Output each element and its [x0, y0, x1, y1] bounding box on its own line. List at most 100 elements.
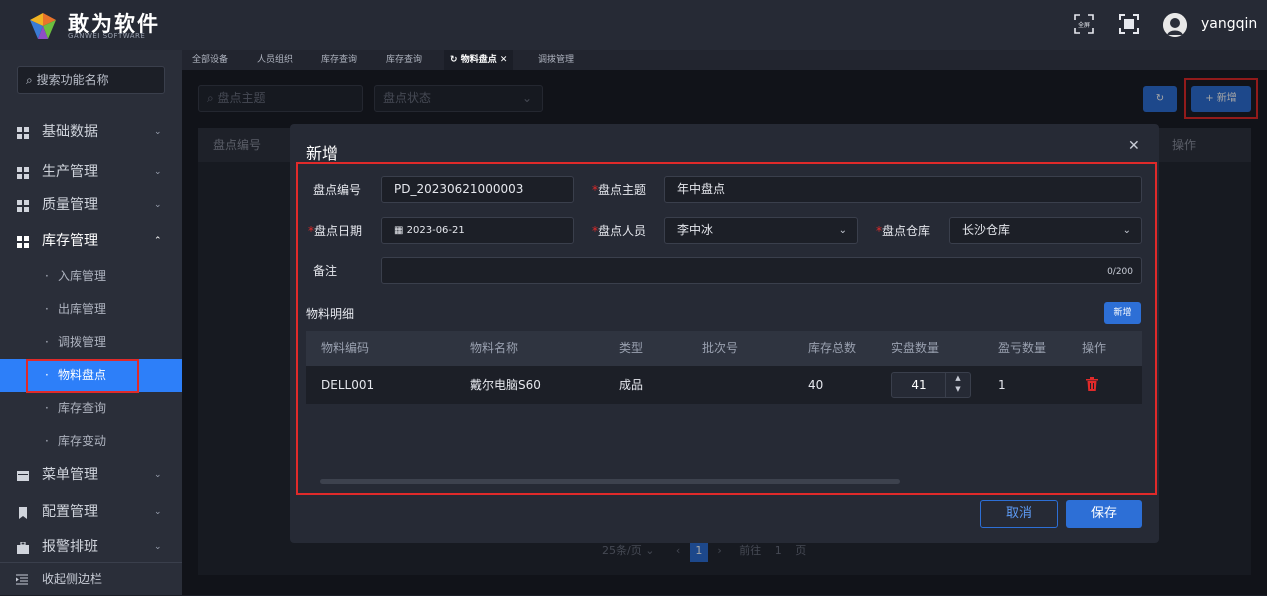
bullet-icon: · — [45, 269, 49, 283]
tab-stock-query-2[interactable]: 库存查询 — [386, 50, 422, 70]
collapse-sidebar-button[interactable]: 收起侧边栏 — [0, 562, 182, 595]
grid-icon — [17, 127, 29, 139]
sub-transfer[interactable]: · 调拨管理 — [0, 326, 182, 359]
sub-label: 库存变动 — [58, 434, 107, 448]
date-label-text: 盘点日期 — [314, 224, 363, 238]
chevron-down-icon: ⌄ — [154, 200, 162, 210]
cell-stock: 40 — [808, 378, 824, 392]
person-label-text: 盘点人员 — [598, 224, 647, 238]
sub-inbound[interactable]: · 入库管理 — [0, 260, 182, 293]
cell-type: 成品 — [619, 378, 644, 392]
grid-icon — [17, 200, 29, 212]
chevron-down-icon: ⌄ — [154, 542, 162, 552]
sub-label: 库存查询 — [58, 401, 107, 415]
sub-label: 入库管理 — [58, 269, 107, 283]
col-header: 物料编码 — [321, 341, 370, 355]
date-field[interactable]: ▦ 2023-06-21 — [381, 217, 574, 244]
fullscreen-icon[interactable]: 全屏 — [1073, 13, 1095, 35]
cancel-button[interactable]: 取消 — [980, 500, 1058, 528]
tab-personnel[interactable]: 人员组织 — [257, 50, 293, 70]
menu-menu-mgmt[interactable]: 菜单管理 ⌄ — [0, 459, 182, 492]
chevron-down-icon: ⌄ — [154, 507, 162, 517]
tabs-bar: 全部设备 人员组织 库存查询 库存查询 ↻ 物料盘点 ✕ 调拨管理 — [182, 50, 1267, 70]
top-header: 敢为软件 GANWEI SOFTWARE 全屏 yangqin — [0, 0, 1267, 50]
bullet-icon: · — [45, 434, 49, 448]
close-icon[interactable]: ✕ — [1128, 138, 1140, 154]
actual-qty-value[interactable]: 41 — [892, 373, 946, 397]
chevron-down-icon: ⌄ — [838, 225, 847, 236]
sub-label: 出库管理 — [58, 302, 107, 316]
remark-label: 备注 — [313, 264, 338, 278]
briefcase-icon — [17, 542, 29, 554]
increment-icon[interactable]: ▲ — [946, 373, 970, 384]
actual-qty-stepper[interactable]: 41 ▲ ▼ — [891, 372, 971, 398]
warehouse-value: 长沙仓库 — [962, 223, 1011, 237]
remark-textarea[interactable]: 0/200 — [381, 257, 1142, 284]
menu-basic-data[interactable]: 基础数据 ⌄ — [0, 116, 182, 149]
menu-label: 库存管理 — [42, 233, 98, 249]
subject-label-text: 盘点主题 — [598, 183, 647, 197]
collapse-label: 收起侧边栏 — [42, 572, 103, 586]
tab-stocktake[interactable]: ↻ 物料盘点 ✕ — [444, 50, 514, 70]
decrement-icon[interactable]: ▼ — [946, 384, 970, 395]
sub-outbound[interactable]: · 出库管理 — [0, 293, 182, 326]
delete-icon[interactable] — [1086, 377, 1098, 394]
col-header: 批次号 — [702, 341, 739, 355]
fullscreen-label: 全屏 — [1078, 21, 1090, 29]
warehouse-label-text: 盘点仓库 — [882, 224, 931, 238]
close-icon[interactable]: ✕ — [497, 55, 508, 65]
subject-field[interactable]: 年中盘点 — [664, 176, 1142, 203]
menu-search-input[interactable]: ⌕ 搜索功能名称 — [17, 66, 165, 94]
chevron-up-icon: ⌃ — [154, 236, 162, 246]
col-header: 类型 — [619, 341, 644, 355]
person-select[interactable]: 李中冰 ⌄ — [664, 217, 858, 244]
chevron-down-icon: ⌄ — [154, 127, 162, 137]
person-label: *盘点人员 — [592, 222, 646, 239]
person-value: 李中冰 — [677, 223, 714, 237]
avatar[interactable] — [1163, 13, 1187, 37]
logo-subtitle: GANWEI SOFTWARE — [68, 32, 146, 40]
col-header: 操作 — [1082, 341, 1107, 355]
menu-config[interactable]: 配置管理 ⌄ — [0, 496, 182, 529]
detail-title: 物料明细 — [306, 307, 355, 321]
cell-name: 戴尔电脑S60 — [470, 378, 541, 392]
chevron-down-icon: ⌄ — [1122, 225, 1131, 236]
code-field[interactable]: PD_20230621000003 — [381, 176, 574, 203]
menu-production[interactable]: 生产管理 ⌄ — [0, 156, 182, 189]
horizontal-scrollbar[interactable] — [320, 479, 900, 484]
add-material-button[interactable]: 新增 — [1104, 302, 1141, 324]
warehouse-select[interactable]: 长沙仓库 ⌄ — [949, 217, 1142, 244]
stepper-controls[interactable]: ▲ ▼ — [945, 373, 970, 397]
sub-stock-query[interactable]: · 库存查询 — [0, 392, 182, 425]
tab-stock-query[interactable]: 库存查询 — [321, 50, 357, 70]
chevron-down-icon: ⌄ — [154, 167, 162, 177]
menu-label: 生产管理 — [42, 164, 98, 180]
date-label: *盘点日期 — [308, 222, 362, 239]
highlight-box — [296, 162, 1157, 495]
dialog-title: 新增 — [306, 144, 339, 163]
bullet-icon: · — [45, 335, 49, 349]
cell-code: DELL001 — [321, 378, 375, 392]
remark-counter: 0/200 — [1107, 267, 1133, 277]
tab-all-devices[interactable]: 全部设备 — [192, 50, 228, 70]
bookmark-icon — [19, 507, 27, 519]
logo-icon — [30, 13, 56, 39]
screen-expand-icon[interactable] — [1118, 13, 1140, 35]
menu-quality[interactable]: 质量管理 ⌄ — [0, 189, 182, 222]
sub-label: 调拨管理 — [58, 335, 107, 349]
table-row: DELL001 戴尔电脑S60 成品 40 41 ▲ ▼ 1 — [306, 366, 1142, 404]
menu-alarm-schedule[interactable]: 报警排班 ⌄ — [0, 531, 182, 564]
date-value: 2023-06-21 — [406, 225, 465, 236]
tab-label: 物料盘点 — [460, 55, 497, 65]
refresh-icon[interactable]: ↻ — [450, 55, 461, 65]
subject-label: *盘点主题 — [592, 181, 646, 198]
collapse-icon — [16, 574, 28, 585]
sub-stock-change[interactable]: · 库存变动 — [0, 425, 182, 458]
bullet-icon: · — [45, 401, 49, 415]
save-button[interactable]: 保存 — [1066, 500, 1142, 528]
username[interactable]: yangqin — [1201, 16, 1257, 32]
tab-transfer[interactable]: 调拨管理 — [538, 50, 574, 70]
menu-inventory[interactable]: 库存管理 ⌃ — [0, 225, 182, 258]
col-header: 物料名称 — [470, 341, 519, 355]
grid-icon — [17, 236, 29, 248]
